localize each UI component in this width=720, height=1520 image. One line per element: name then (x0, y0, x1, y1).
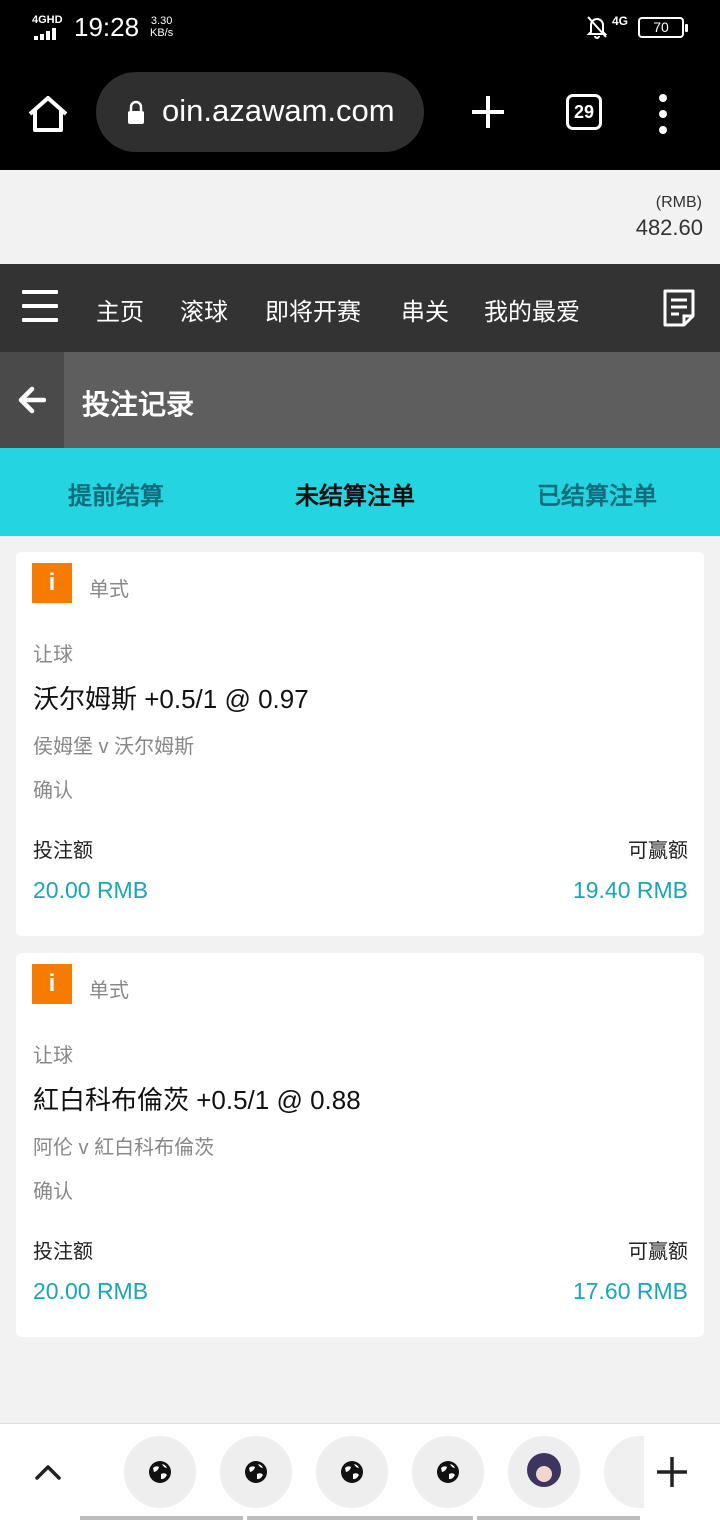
more-menu-icon[interactable] (656, 94, 672, 134)
scroll-indicator (477, 1516, 640, 1520)
url-text[interactable]: oin.azawam.com (162, 93, 395, 129)
tab-thumbnail[interactable] (220, 1436, 292, 1508)
to-win-amount: 19.40 RMB (572, 877, 688, 903)
browser-tab-strip (0, 1423, 720, 1520)
clock: 19:28 (74, 12, 140, 42)
globe-icon (149, 1461, 171, 1483)
tab-thumbnail[interactable] (604, 1436, 644, 1508)
balance-currency: (RMB) (655, 194, 702, 211)
lock-icon (128, 100, 144, 124)
tab-cash-out[interactable]: 提前结算 (68, 476, 164, 511)
bet-selection: 紅白科布倫茨 +0.5/1 @ 0.88 (33, 1085, 361, 1115)
tab-unsettled[interactable]: 未结算注单 (295, 476, 415, 511)
tab-settled[interactable]: 已结算注单 (537, 476, 657, 511)
stake-amount: 20.00 RMB (33, 877, 149, 903)
to-win-label: 可赢额 (628, 1241, 688, 1263)
scroll-indicator (247, 1516, 473, 1520)
nav-item-live[interactable]: 滚球 (180, 292, 228, 327)
bet-status: 确认 (33, 780, 73, 802)
address-bar[interactable]: oin.azawam.com (96, 72, 424, 152)
network-speed: 3.30 KB/s (150, 15, 173, 39)
battery-level: 70 (653, 19, 669, 35)
globe-icon (245, 1461, 267, 1483)
bet-match: 阿伦 v 紅白科布倫茨 (33, 1137, 215, 1159)
arrow-left-icon (18, 386, 46, 414)
globe-icon (437, 1461, 459, 1483)
chevron-up-icon[interactable] (28, 1452, 68, 1492)
info-icon: i (32, 964, 72, 1004)
mobile-data-indicator: 4G (612, 14, 629, 28)
new-tab-icon[interactable] (468, 92, 508, 132)
back-button[interactable] (0, 352, 64, 448)
menu-icon[interactable] (22, 290, 58, 322)
to-win-label: 可赢额 (628, 840, 688, 862)
bet-status: 确认 (33, 1181, 73, 1203)
to-win-amount: 17.60 RMB (572, 1278, 688, 1304)
nav-item-upcoming[interactable]: 即将开赛 (265, 292, 361, 327)
signal-icon: 4GHD (32, 14, 66, 40)
avatar-icon (527, 1453, 561, 1487)
main-nav: 主页 滚球 即将开赛 串关 我的最爱 (0, 264, 720, 352)
browser-toolbar: oin.azawam.com 29 (0, 56, 720, 170)
home-icon[interactable] (24, 90, 72, 138)
scroll-indicator (80, 1516, 243, 1520)
tab-switcher-button[interactable]: 29 (566, 94, 602, 130)
stake-label: 投注额 (33, 1241, 93, 1263)
nav-item-parlay[interactable]: 串关 (401, 292, 449, 327)
page-header: 投注记录 (0, 352, 720, 448)
bell-off-icon (586, 16, 608, 39)
speed-unit: KB/s (150, 27, 174, 39)
tab-thumbnail[interactable] (124, 1436, 196, 1508)
speed-value: 3.30 (150, 15, 173, 27)
bet-tabs: 提前结算 未结算注单 已结算注单 (0, 448, 720, 536)
balance-amount: 482.60 (635, 215, 703, 240)
betslip-icon[interactable] (662, 288, 696, 328)
bet-card: i 单式 让球 沃尔姆斯 +0.5/1 @ 0.97 侯姆堡 v 沃尔姆斯 确认… (16, 552, 704, 936)
stake-amount: 20.00 RMB (33, 1278, 149, 1304)
status-bar: 4GHD 19:28 3.30 KB/s 4G 70 (0, 0, 720, 56)
info-icon: i (32, 563, 72, 603)
page-title: 投注记录 (82, 389, 195, 420)
plus-icon[interactable] (654, 1454, 690, 1490)
bet-market: 让球 (33, 1045, 73, 1067)
tab-thumbnail[interactable] (412, 1436, 484, 1508)
stake-label: 投注额 (33, 840, 93, 862)
bet-type: 单式 (89, 579, 129, 601)
tab-thumbnail[interactable] (316, 1436, 388, 1508)
bet-card: i 单式 让球 紅白科布倫茨 +0.5/1 @ 0.88 阿伦 v 紅白科布倫茨… (16, 953, 704, 1337)
nav-item-home[interactable]: 主页 (96, 292, 144, 327)
battery-icon: 70 (638, 17, 688, 38)
globe-icon (341, 1461, 363, 1483)
network-type: 4GHD (32, 14, 63, 26)
bet-selection: 沃尔姆斯 +0.5/1 @ 0.97 (33, 684, 309, 714)
bet-market: 让球 (33, 644, 73, 666)
balance-area: (RMB) 482.60 (0, 170, 720, 264)
tab-thumbnail[interactable] (508, 1436, 580, 1508)
bet-match: 侯姆堡 v 沃尔姆斯 (33, 736, 195, 758)
bet-type: 单式 (89, 980, 129, 1002)
nav-item-favorites[interactable]: 我的最爱 (484, 292, 580, 327)
